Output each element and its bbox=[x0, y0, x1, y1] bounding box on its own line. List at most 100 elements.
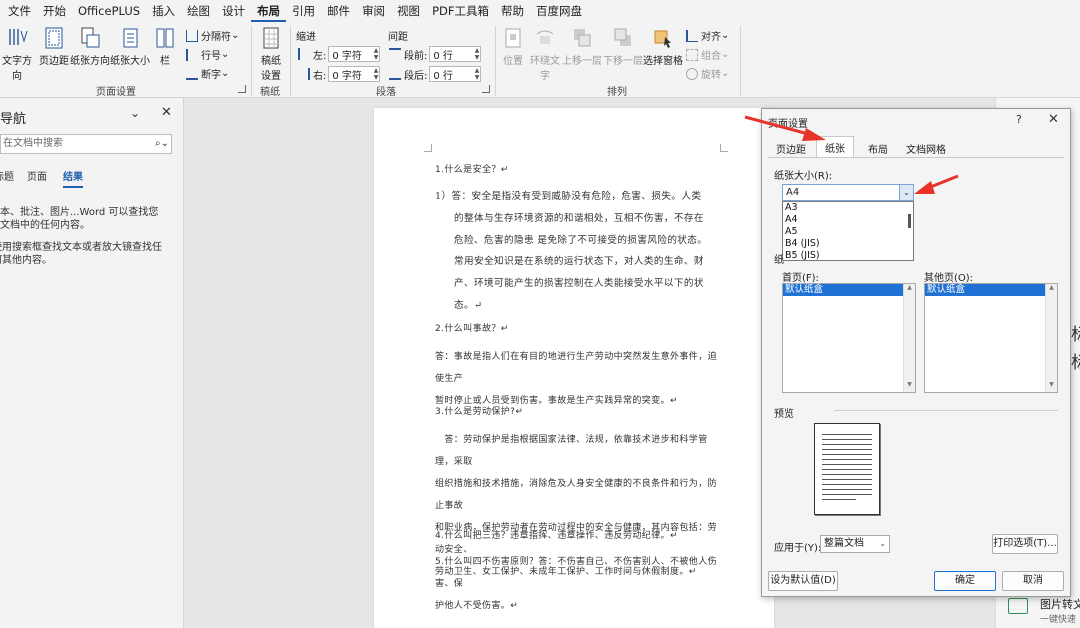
paragraph-group-label: 段落 bbox=[376, 87, 396, 98]
image-to-text-title[interactable]: 图片转文 bbox=[1040, 596, 1080, 612]
indent-left-spinner[interactable]: ▲ ▼ bbox=[374, 47, 379, 61]
position-button[interactable]: 位置 bbox=[500, 26, 526, 67]
paper-size-select[interactable]: A4 ⌄ bbox=[782, 184, 914, 201]
dialog-tab-document-grid[interactable]: 文档网格 bbox=[898, 138, 954, 158]
chevron-down-icon[interactable]: ⌄ bbox=[130, 106, 140, 120]
first-page-tray-scrollbar[interactable]: ▲ ▼ bbox=[903, 284, 915, 392]
menu-tab-layout[interactable]: 布局 bbox=[251, 0, 287, 22]
line-numbers-button[interactable]: 行号 ⌄ bbox=[186, 47, 229, 62]
indent-right-icon bbox=[298, 68, 310, 80]
menu-tab-officeplus[interactable]: OfficePLUS bbox=[72, 0, 146, 22]
menu-bar: 文件 开始 OfficePLUS 插入 绘图 设计 布局 引用 邮件 审阅 视图… bbox=[0, 0, 1080, 22]
menu-tab-file[interactable]: 文件 bbox=[2, 0, 37, 22]
menu-tab-references[interactable]: 引用 bbox=[286, 0, 321, 22]
menu-tab-draw[interactable]: 绘图 bbox=[181, 0, 216, 22]
nav-tab-pages[interactable]: 页面 bbox=[27, 168, 47, 183]
send-backward-button[interactable]: 下移一层 bbox=[603, 26, 643, 67]
spacing-before-input[interactable]: 0 行 ▲ ▼ bbox=[429, 46, 482, 62]
document-page[interactable]: 1.什么是安全？↵ 1）答：安全是指没有受到威胁没有危险，危害、损失。人类 的整… bbox=[374, 108, 774, 628]
spacing-before-spinner[interactable]: ▲ ▼ bbox=[475, 47, 480, 61]
page-setup-dialog-launcher[interactable] bbox=[238, 85, 246, 93]
other-pages-tray-option[interactable]: 默认纸盒 bbox=[925, 284, 1045, 296]
bring-forward-button[interactable]: 上移一层 bbox=[562, 26, 602, 67]
right-panel-fragment-2: 标 bbox=[1071, 353, 1080, 373]
chevron-down-icon[interactable]: ⌄ bbox=[899, 185, 913, 200]
other-pages-tray-scrollbar[interactable]: ▲ ▼ bbox=[1045, 284, 1057, 392]
columns-button[interactable]: 栏 bbox=[152, 26, 178, 67]
paper-size-dropdown-list[interactable]: A3 A4 A5 B4 (JIS) B5 (JIS) bbox=[782, 201, 914, 261]
image-to-text-subtitle: 一键快速 bbox=[1040, 615, 1077, 625]
search-icon[interactable]: ⌕⌄ bbox=[155, 135, 169, 153]
question-3: 3.什么是劳动保护?↵ bbox=[435, 407, 524, 417]
answer-2: 答：事故是指人们在有目的地进行生产劳动中突然发生意外事件，迫使生产 暂时停止或人… bbox=[435, 352, 718, 406]
breaks-button[interactable]: 分隔符 ⌄ bbox=[186, 28, 239, 43]
hyphenation-button[interactable]: 断字 ⌄ bbox=[186, 66, 229, 81]
paragraph-dialog-launcher[interactable] bbox=[482, 85, 490, 93]
orientation-button[interactable]: 纸张方向 bbox=[70, 26, 110, 67]
dialog-tab-layout[interactable]: 布局 bbox=[860, 138, 896, 158]
indent-right-control: 右: 0 字符 ▲ ▼ bbox=[298, 66, 381, 82]
wrap-text-button[interactable]: 环绕文 字 bbox=[528, 26, 562, 82]
ok-button[interactable]: 确定 bbox=[934, 571, 996, 591]
spacing-after-input[interactable]: 0 行 ▲ ▼ bbox=[429, 66, 482, 82]
margins-button[interactable]: 页边距 bbox=[38, 26, 70, 67]
paper-option-a3[interactable]: A3 bbox=[783, 202, 913, 214]
scroll-up-icon[interactable]: ▲ bbox=[904, 284, 915, 291]
nav-search-input[interactable]: 在文档中搜索 ⌕⌄ bbox=[0, 134, 172, 154]
apply-to-select[interactable]: 整篇文档 ⌄ bbox=[820, 535, 890, 553]
page-setup-dialog: 页面设置 ? ✕ 页边距 纸张 布局 文档网格 纸张大小(R): A4 ⌄ A3… bbox=[761, 108, 1071, 597]
menu-tab-mailings[interactable]: 邮件 bbox=[321, 0, 356, 22]
indent-right-input[interactable]: 0 字符 ▲ ▼ bbox=[328, 66, 381, 82]
menu-tab-design[interactable]: 设计 bbox=[216, 0, 251, 22]
answer-1: 1）答：安全是指没有受到威胁没有危险，危害、损失。人类 的整体与生存环境资源的和… bbox=[435, 191, 708, 311]
menu-tab-help[interactable]: 帮助 bbox=[495, 0, 530, 22]
paper-size-button[interactable]: 纸张大小 bbox=[110, 26, 150, 67]
selection-pane-icon bbox=[654, 30, 671, 48]
paper-option-a4[interactable]: A4 bbox=[783, 214, 913, 226]
menu-tab-review[interactable]: 审阅 bbox=[356, 0, 391, 22]
help-icon[interactable]: ? bbox=[1016, 113, 1022, 126]
text-direction-button[interactable]: 文字方向 bbox=[0, 26, 36, 82]
menu-tab-pdf-tools[interactable]: PDF工具箱 bbox=[426, 0, 495, 22]
crop-mark-top-right bbox=[720, 144, 728, 152]
group-button[interactable]: 组合 ⌄ bbox=[686, 47, 729, 62]
menu-tab-view[interactable]: 视图 bbox=[391, 0, 426, 22]
set-as-default-button[interactable]: 设为默认值(D) bbox=[768, 571, 838, 591]
cancel-button[interactable]: 取消 bbox=[1002, 571, 1064, 591]
spacing-before-control: 段前: 0 行 ▲ ▼ bbox=[389, 46, 482, 62]
nav-tab-headings[interactable]: 标题 bbox=[0, 168, 14, 183]
close-icon[interactable]: ✕ bbox=[161, 105, 172, 120]
spacing-label: 间距 bbox=[388, 32, 408, 43]
paper-option-a5[interactable]: A5 bbox=[783, 226, 913, 238]
nav-tab-results[interactable]: 结果 bbox=[63, 168, 83, 188]
rotate-button[interactable]: 旋转 ⌄ bbox=[686, 66, 729, 81]
align-button[interactable]: 对齐 ⌄ bbox=[686, 28, 729, 43]
indent-left-input[interactable]: 0 字符 ▲ ▼ bbox=[328, 46, 381, 62]
scroll-down-icon[interactable]: ▼ bbox=[904, 381, 915, 388]
indent-left-icon bbox=[298, 48, 310, 60]
chevron-down-icon[interactable]: ⌄ bbox=[879, 536, 886, 552]
close-icon[interactable]: ✕ bbox=[1048, 112, 1059, 127]
dialog-tab-paper[interactable]: 纸张 bbox=[816, 136, 854, 158]
other-pages-tray-list[interactable]: 默认纸盒 ▲ ▼ bbox=[924, 283, 1058, 393]
first-page-tray-list[interactable]: 默认纸盒 ▲ ▼ bbox=[782, 283, 916, 393]
menu-tab-baidu-netdisk[interactable]: 百度网盘 bbox=[530, 0, 588, 22]
spacing-before-icon bbox=[389, 48, 401, 60]
dialog-tab-margins[interactable]: 页边距 bbox=[768, 138, 814, 158]
question-5: 5.什么叫四不伤害原则？答：不伤害自己、不伤害别人、不被他人伤害、保 护他人不受… bbox=[435, 557, 717, 611]
scroll-down-icon[interactable]: ▼ bbox=[1046, 381, 1057, 388]
print-options-button[interactable]: 打印选项(T)... bbox=[992, 534, 1058, 554]
menu-tab-insert[interactable]: 插入 bbox=[146, 0, 181, 22]
wrap-text-icon bbox=[536, 30, 554, 44]
dropdown-scrollbar-thumb[interactable] bbox=[908, 214, 911, 228]
scroll-up-icon[interactable]: ▲ bbox=[1046, 284, 1057, 291]
spacing-after-spinner[interactable]: ▲ ▼ bbox=[475, 67, 480, 81]
group-icon bbox=[686, 48, 698, 61]
manuscript-settings-button[interactable]: 稿纸 设置 bbox=[256, 26, 286, 82]
menu-tab-home[interactable]: 开始 bbox=[37, 0, 72, 22]
paper-option-b4-jis[interactable]: B4 (JIS) bbox=[783, 238, 913, 250]
selection-pane-button[interactable]: 选择窗格 bbox=[643, 26, 683, 67]
paper-option-b5-jis[interactable]: B5 (JIS) bbox=[783, 250, 913, 262]
indent-right-spinner[interactable]: ▲ ▼ bbox=[374, 67, 379, 81]
first-page-tray-option[interactable]: 默认纸盒 bbox=[783, 284, 903, 296]
